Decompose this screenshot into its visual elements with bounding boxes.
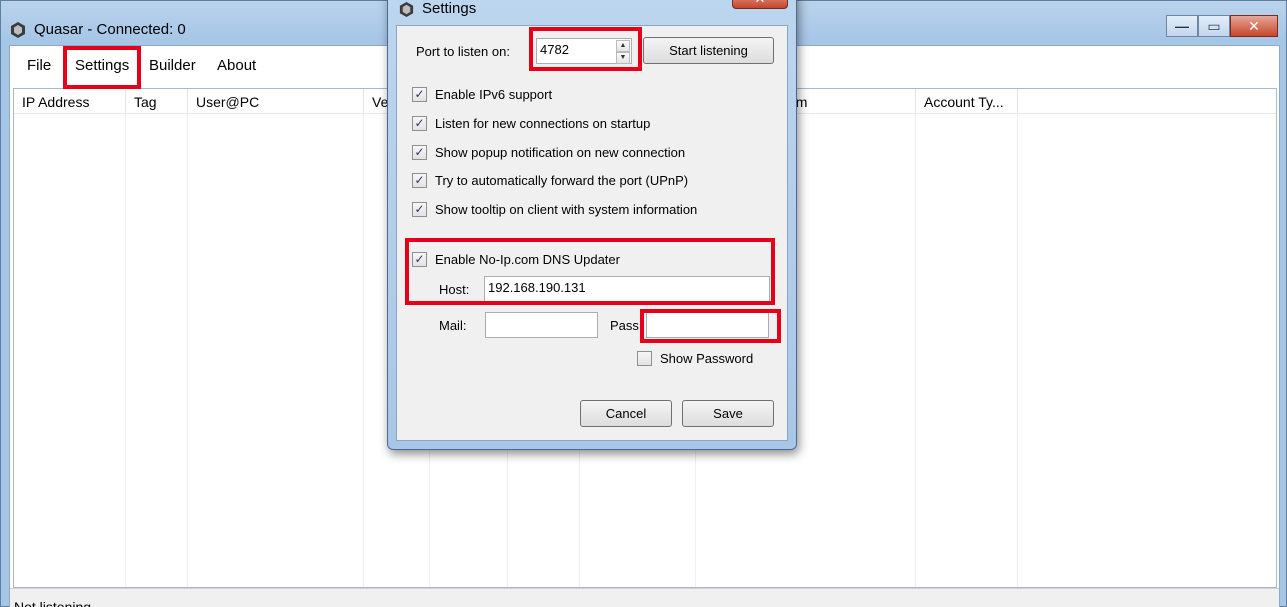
grid-column [14,113,126,587]
column-header-account-type[interactable]: Account Ty... [916,89,1018,113]
dialog-title: Settings [422,0,477,17]
column-header-tag[interactable]: Tag [126,89,188,113]
column-header-ip-address[interactable]: IP Address [14,89,126,113]
dialog-title-bar[interactable]: Settings ✕ [388,0,796,25]
save-button[interactable]: Save [682,400,774,427]
quasar-app-icon [399,1,414,18]
option-label: Try to automatically forward the port (U… [435,173,689,188]
window-controls: — ▭ ✕ [1166,15,1278,39]
mail-label: Mail: [439,318,467,333]
status-text: Not listening [14,599,92,607]
option-label: Listen for new connections on startup [435,116,651,131]
minimize-icon: — [1175,18,1189,34]
checkbox-enable-ipv6[interactable]: ✓ [412,87,427,102]
cancel-button[interactable]: Cancel [580,400,672,427]
grid-column [126,113,188,587]
grid-column [916,113,1018,587]
maximize-button[interactable]: ▭ [1198,15,1230,37]
checkbox-listen-on-startup[interactable]: ✓ [412,116,427,131]
status-bar: Not listening [10,588,1279,607]
maximize-icon: ▭ [1207,17,1221,34]
dialog-body: Port to listen on: 4782 ▲ ▼ Start listen… [396,25,788,441]
checkbox-show-password[interactable] [637,351,652,366]
option-label: Enable IPv6 support [435,87,553,102]
settings-dialog: Settings ✕ Port to listen on: 4782 ▲ ▼ S… [387,0,797,450]
highlight-pass-input [640,309,781,343]
close-icon: ✕ [1248,17,1260,34]
menu-file[interactable]: File [27,57,51,74]
main-window-title: Quasar - Connected: 0 [34,21,186,38]
highlight-port-input [529,27,642,71]
close-button[interactable]: ✕ [1230,15,1278,37]
checkbox-upnp[interactable]: ✓ [412,173,427,188]
checkbox-popup-notification[interactable]: ✓ [412,145,427,160]
highlight-settings-menu [63,46,141,89]
pass-label: Pass: [610,318,643,333]
column-header-user-pc[interactable]: User@PC [188,89,364,113]
minimize-button[interactable]: — [1166,15,1198,37]
quasar-app-icon [11,22,25,38]
highlight-noip-section [405,238,775,305]
close-icon: ✕ [755,0,766,6]
grid-column [188,113,364,587]
port-label: Port to listen on: [416,44,510,59]
option-label: Show tooltip on client with system infor… [435,202,698,217]
option-label: Show popup notification on new connectio… [435,145,686,160]
menu-builder[interactable]: Builder [149,57,196,74]
option-label: Show Password [660,351,754,366]
menu-about[interactable]: About [217,57,256,74]
dialog-close-button[interactable]: ✕ [732,0,788,9]
start-listening-button[interactable]: Start listening [643,37,774,64]
mail-input[interactable] [485,312,598,338]
checkbox-show-tooltip[interactable]: ✓ [412,202,427,217]
